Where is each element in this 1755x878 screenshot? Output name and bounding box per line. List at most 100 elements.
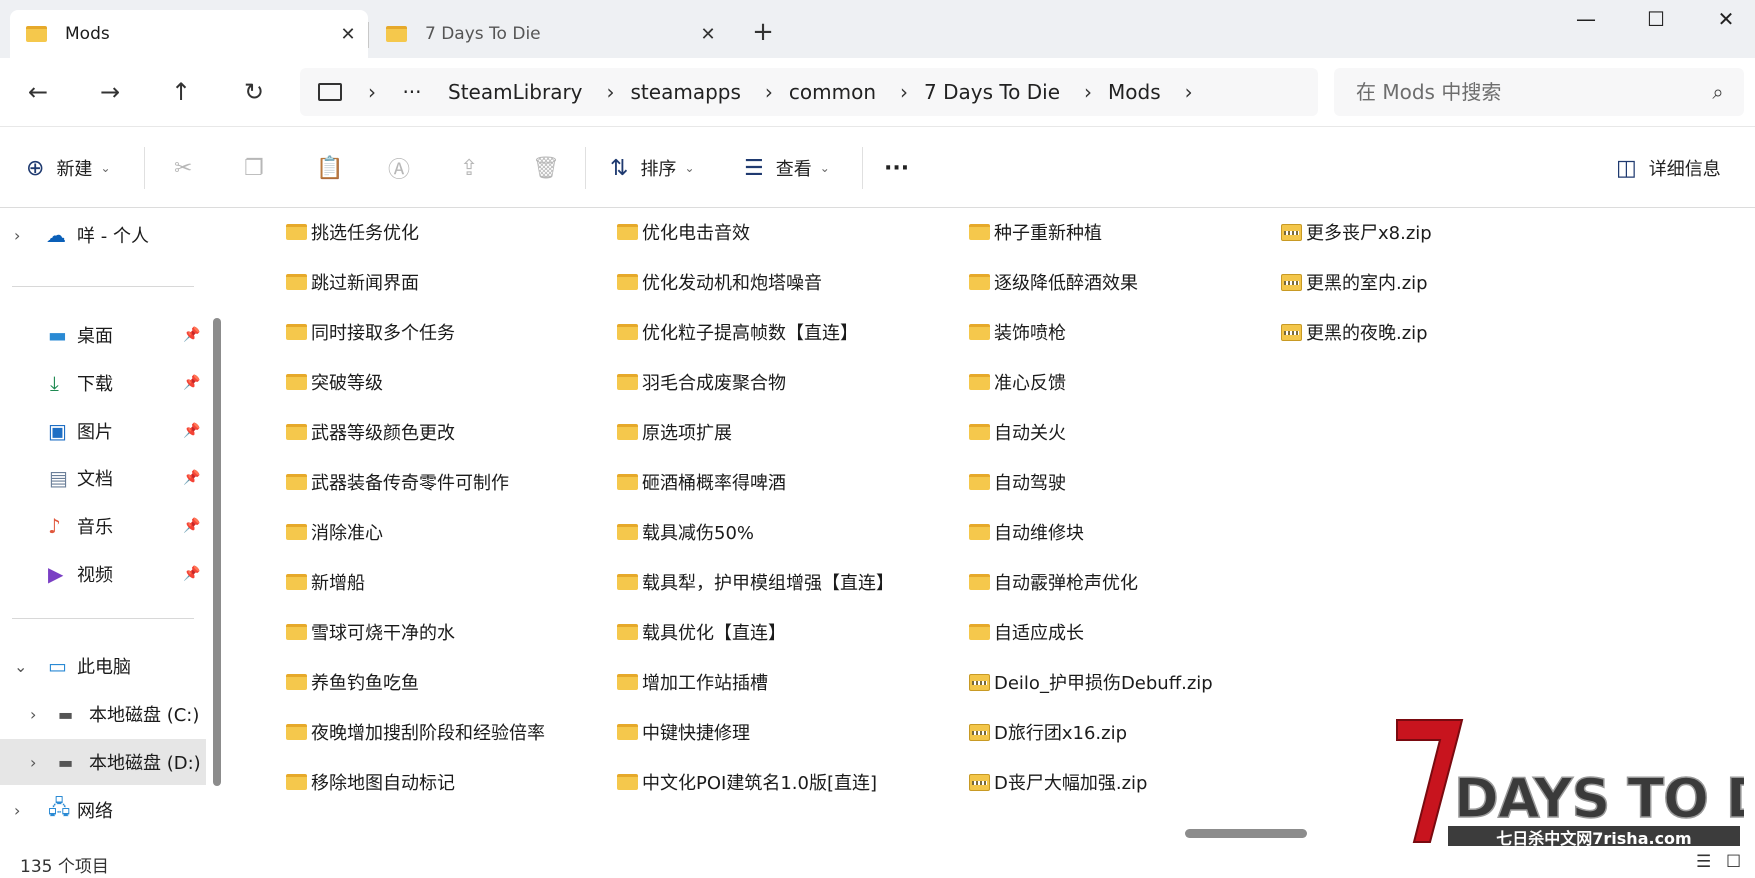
breadcrumb-item[interactable]: steamapps <box>631 80 741 104</box>
folder-item[interactable]: 养鱼钓鱼吃鱼 <box>286 662 419 702</box>
more-options-button[interactable]: ··· <box>884 127 909 209</box>
chevron-right-icon[interactable]: › <box>591 80 631 104</box>
folder-item[interactable]: 载具减伤50% <box>617 512 754 552</box>
sidebar-item-network[interactable]: › 🖧 网络 <box>0 787 206 833</box>
maximize-button[interactable]: ☐ <box>1622 0 1690 40</box>
breadcrumb-item[interactable]: SteamLibrary <box>448 80 583 104</box>
refresh-button[interactable]: ↻ <box>232 72 276 112</box>
folder-item[interactable]: 砸酒桶概率得啤酒 <box>617 462 786 502</box>
sidebar-item-documents[interactable]: ▤ 文档 📌 <box>0 455 206 501</box>
folder-item[interactable]: 中文化POI建筑名1.0版[直连] <box>617 762 877 802</box>
tab-mods[interactable]: Mods ✕ <box>10 10 368 58</box>
folder-item[interactable]: 自动驾驶 <box>969 462 1066 502</box>
folder-item[interactable]: 挑选任务优化 <box>286 212 419 252</box>
forward-button[interactable]: → <box>88 72 132 112</box>
folder-item[interactable]: 夜晚增加搜刮阶段和经验倍率 <box>286 712 545 752</box>
zip-file-item[interactable]: 更黑的室内.zip <box>1281 262 1428 302</box>
folder-item[interactable]: 新增船 <box>286 562 365 602</box>
folder-item[interactable]: 载具犁，护甲模组增强【直连】 <box>617 562 894 602</box>
chevron-right-icon[interactable]: › <box>30 705 36 724</box>
folder-item[interactable]: 增加工作站插槽 <box>617 662 768 702</box>
sidebar-item-drive-d[interactable]: › ▬ 本地磁盘 (D:) <box>0 739 206 785</box>
folder-item[interactable]: 装饰喷枪 <box>969 312 1066 352</box>
new-tab-button[interactable]: + <box>745 12 781 52</box>
chevron-right-icon[interactable]: › <box>30 753 36 772</box>
breadcrumb-item[interactable]: Mods <box>1108 80 1161 104</box>
folder-item[interactable]: 逐级降低醉酒效果 <box>969 262 1138 302</box>
folder-item[interactable]: 种子重新种植 <box>969 212 1102 252</box>
sidebar-item-desktop[interactable]: ▬ 桌面 📌 <box>0 312 206 358</box>
chevron-right-icon[interactable]: › <box>352 80 392 104</box>
breadcrumb-item[interactable]: 7 Days To Die <box>924 80 1060 104</box>
zip-file-item[interactable]: D丧尸大幅加强.zip <box>969 762 1147 802</box>
folder-item[interactable]: 羽毛合成废聚合物 <box>617 362 786 402</box>
pin-icon[interactable]: 📌 <box>183 470 200 486</box>
folder-item[interactable]: 优化发动机和炮塔噪音 <box>617 262 822 302</box>
chevron-right-icon[interactable]: › <box>884 80 924 104</box>
sidebar-item-videos[interactable]: ▶ 视频 📌 <box>0 551 206 597</box>
zip-file-item[interactable]: 更多丧尸x8.zip <box>1281 212 1432 252</box>
breadcrumb-item[interactable]: common <box>789 80 876 104</box>
pin-icon[interactable]: 📌 <box>183 375 200 391</box>
zip-file-item[interactable]: D旅行团x16.zip <box>969 712 1127 752</box>
sidebar-item-onedrive[interactable]: › ☁ 咩 - 个人 <box>0 212 206 258</box>
chevron-right-icon[interactable]: › <box>1169 80 1209 104</box>
folder-item[interactable]: 中键快捷修理 <box>617 712 750 752</box>
folder-item[interactable]: 自动维修块 <box>969 512 1084 552</box>
cut-button[interactable]: ✂ <box>174 127 192 209</box>
close-icon[interactable]: ✕ <box>328 24 368 45</box>
details-view-icon[interactable]: ☰ <box>1696 852 1711 872</box>
up-button[interactable]: ↑ <box>159 72 203 112</box>
tiles-view-icon[interactable]: ☐ <box>1726 852 1741 872</box>
close-icon[interactable]: ✕ <box>688 24 728 45</box>
breadcrumb-more[interactable]: ··· <box>392 80 432 104</box>
computer-icon[interactable] <box>318 83 342 101</box>
folder-item[interactable]: 武器装备传奇零件可制作 <box>286 462 509 502</box>
search-input[interactable] <box>1354 79 1698 105</box>
folder-item[interactable]: 自适应成长 <box>969 612 1084 652</box>
share-button[interactable]: ⇪ <box>460 127 478 209</box>
sidebar-scrollbar-thumb[interactable] <box>213 318 221 786</box>
folder-item[interactable]: 移除地图自动标记 <box>286 762 455 802</box>
folder-item[interactable]: 准心反馈 <box>969 362 1066 402</box>
folder-item[interactable]: 武器等级颜色更改 <box>286 412 455 452</box>
pin-icon[interactable]: 📌 <box>183 327 200 343</box>
folder-item[interactable]: 自动关火 <box>969 412 1066 452</box>
folder-item[interactable]: 同时接取多个任务 <box>286 312 455 352</box>
minimize-button[interactable]: — <box>1552 0 1620 40</box>
sidebar-item-music[interactable]: ♪ 音乐 📌 <box>0 503 206 549</box>
folder-item[interactable]: 原选项扩展 <box>617 412 732 452</box>
chevron-right-icon[interactable]: › <box>14 801 20 820</box>
pin-icon[interactable]: 📌 <box>183 423 200 439</box>
details-pane-button[interactable]: ◫ 详细信息 <box>1616 127 1721 209</box>
new-button[interactable]: ⊕ 新建 ⌄ <box>26 127 111 209</box>
sidebar-item-drive-c[interactable]: › ▬ 本地磁盘 (C:) <box>0 691 206 737</box>
horizontal-scrollbar-thumb[interactable] <box>1185 829 1307 838</box>
rename-button[interactable]: Ⓐ <box>388 127 410 209</box>
folder-item[interactable]: 跳过新闻界面 <box>286 262 419 302</box>
chevron-right-icon[interactable]: › <box>749 80 789 104</box>
chevron-right-icon[interactable]: › <box>1068 80 1108 104</box>
sidebar-item-pictures[interactable]: ▣ 图片 📌 <box>0 408 206 454</box>
address-bar[interactable]: › ··· SteamLibrary › steamapps › common … <box>300 68 1318 116</box>
folder-item[interactable]: 消除准心 <box>286 512 383 552</box>
folder-item[interactable]: 优化粒子提高帧数【直连】 <box>617 312 858 352</box>
chevron-down-icon[interactable]: ⌄ <box>14 657 27 676</box>
tab-7-days-to-die[interactable]: 7 Days To Die ✕ <box>370 10 728 58</box>
folder-item[interactable]: 突破等级 <box>286 362 383 402</box>
view-button[interactable]: ☰ 查看 ⌄ <box>744 127 830 209</box>
folder-item[interactable]: 雪球可烧干净的水 <box>286 612 455 652</box>
paste-button[interactable]: 📋 <box>316 127 343 209</box>
zip-file-item[interactable]: Deilo_护甲损伤Debuff.zip <box>969 662 1213 702</box>
chevron-right-icon[interactable]: › <box>14 226 20 245</box>
zip-file-item[interactable]: 更黑的夜晚.zip <box>1281 312 1428 352</box>
folder-item[interactable]: 自动霰弹枪声优化 <box>969 562 1138 602</box>
folder-item[interactable]: 优化电击音效 <box>617 212 750 252</box>
sort-button[interactable]: ⇅ 排序 ⌄ <box>610 127 695 209</box>
pin-icon[interactable]: 📌 <box>183 518 200 534</box>
back-button[interactable]: ← <box>16 72 60 112</box>
search-box[interactable]: ⌕ <box>1334 68 1744 116</box>
delete-button[interactable]: 🗑 <box>532 127 560 209</box>
folder-item[interactable]: 载具优化【直连】 <box>617 612 786 652</box>
sidebar-item-this-pc[interactable]: ⌄ ▭ 此电脑 <box>0 643 206 689</box>
